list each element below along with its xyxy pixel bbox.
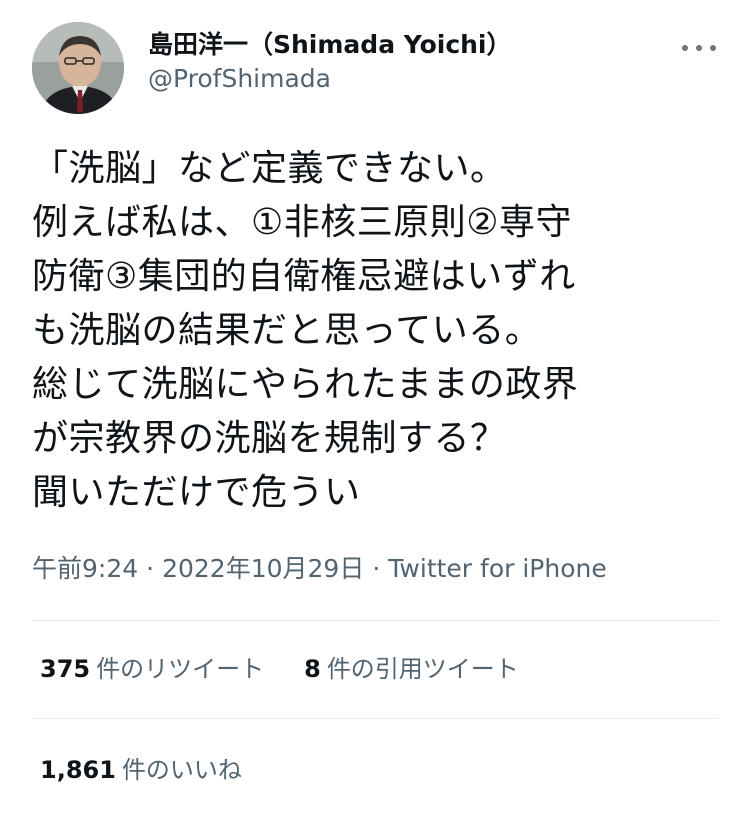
tweet-date[interactable]: 2022年10月29日 <box>162 554 364 583</box>
tweet-text-line: 例えば私は、①非核三原則②専守 <box>32 202 573 243</box>
author-info: 島田洋一（Shimada Yoichi） @ProfShimada <box>148 28 512 96</box>
likes-stats: 1,861 件のいいね <box>40 754 242 786</box>
meta-separator: · <box>372 554 381 583</box>
retweets-label: 件のリツイート <box>96 655 265 683</box>
tweet-meta: 午前9:24 · 2022年10月29日 · Twitter for iPhone <box>32 552 607 586</box>
more-dot-icon <box>710 45 716 51</box>
tweet-source[interactable]: Twitter for iPhone <box>388 554 606 583</box>
more-options-button[interactable] <box>682 38 716 58</box>
retweets-stat[interactable]: 375 件のリツイート <box>40 655 264 683</box>
retweets-count: 375 <box>40 655 91 683</box>
engagement-stats: 375 件のリツイート 8 件の引用ツイート <box>40 653 519 685</box>
tweet-text-line: 防衛③集団的自衛権忌避はいずれ <box>32 256 576 297</box>
quotes-stat[interactable]: 8 件の引用ツイート <box>304 655 519 683</box>
avatar[interactable] <box>32 22 124 114</box>
more-dot-icon <box>682 45 688 51</box>
quotes-label: 件の引用ツイート <box>326 655 519 683</box>
divider <box>32 620 718 621</box>
author-display-name[interactable]: 島田洋一（Shimada Yoichi） <box>148 28 512 62</box>
quotes-count: 8 <box>304 655 321 683</box>
meta-separator: · <box>146 554 155 583</box>
tweet-text: 「洗脳」など定義できない。 例えば私は、①非核三原則②専守 防衛③集団的自衛権忌… <box>32 142 722 520</box>
author-handle[interactable]: @ProfShimada <box>148 62 512 96</box>
likes-count: 1,861 <box>40 756 116 784</box>
tweet-text-line: が宗教界の洗脳を規制する？ <box>32 418 507 459</box>
more-dot-icon <box>696 45 702 51</box>
tweet-text-line: 聞いただけで危うい <box>32 472 361 513</box>
likes-label: 件のいいね <box>121 756 242 784</box>
divider <box>32 718 718 719</box>
tweet-time[interactable]: 午前9:24 <box>32 554 138 583</box>
likes-stat[interactable]: 1,861 件のいいね <box>40 756 242 784</box>
tweet-text-line: も洗脳の結果だと思っている。 <box>32 310 542 351</box>
tweet-text-line: 「洗脳」など定義できない。 <box>32 148 507 189</box>
user-photo-avatar-icon <box>32 22 124 114</box>
tweet-text-line: 総じて洗脳にやられたままの政界 <box>32 364 579 405</box>
tweet-header: 島田洋一（Shimada Yoichi） @ProfShimada <box>32 22 722 114</box>
